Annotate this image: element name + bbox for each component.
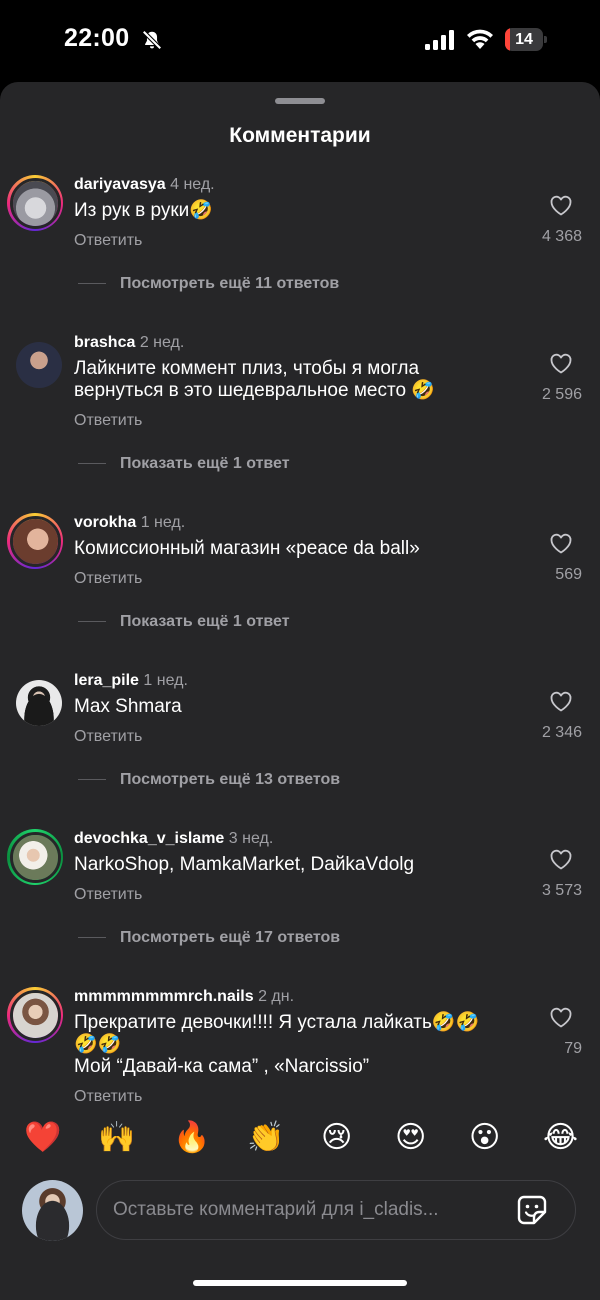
sheet-grabber[interactable] xyxy=(275,98,325,104)
sticker-icon[interactable] xyxy=(515,1193,549,1227)
sheet-title: Комментарии xyxy=(229,124,371,147)
comment-item: lera_pile 1 нед. Max Shmara Ответить 2 3… xyxy=(0,668,600,826)
bell-slash-icon xyxy=(142,30,162,50)
reply-button[interactable]: Ответить xyxy=(74,570,142,588)
reply-button[interactable]: Ответить xyxy=(74,412,142,430)
like-count: 3 573 xyxy=(541,882,582,899)
reply-button[interactable]: Ответить xyxy=(74,232,142,250)
comment-time: 2 нед. xyxy=(139,334,185,351)
view-more-replies[interactable]: Посмотреть ещё 11 ответов xyxy=(78,275,339,293)
comment-time: 2 дн. xyxy=(258,988,295,1005)
like-count: 79 xyxy=(564,1040,582,1057)
heart-icon[interactable] xyxy=(549,848,573,870)
comment-text: Лайкните коммент плиз, чтобы я могла вер… xyxy=(74,358,435,401)
comment-username[interactable]: lera_pile xyxy=(74,672,139,689)
heart-icon[interactable] xyxy=(549,532,573,554)
comment-time: 3 нед. xyxy=(228,830,274,847)
avatar[interactable] xyxy=(7,829,63,885)
battery-icon: 14 xyxy=(505,28,547,51)
like-count: 4 368 xyxy=(541,228,582,245)
avatar[interactable] xyxy=(7,513,63,569)
view-more-replies[interactable]: Показать ещё 1 ответ xyxy=(78,455,290,473)
status-time: 22:00 xyxy=(64,24,130,52)
comment-item: devochka_v_islame 3 нед. NarkoShop, Mamk… xyxy=(0,826,600,984)
comment-item: vorokha 1 нед. Комиссионный магазин «pea… xyxy=(0,510,600,668)
like-count: 2 596 xyxy=(541,386,582,403)
emoji-reaction-bar: ❤️ 🙌 🔥 👏 😢 😍 😮 😂 xyxy=(0,1118,600,1158)
heart-icon[interactable] xyxy=(549,690,573,712)
comment-text: Прекратите девочки!!!! Я устала лайкать🤣… xyxy=(74,1012,480,1077)
surprised-emoji-button[interactable]: 😮 xyxy=(469,1118,500,1158)
comment-text: Max Shmara xyxy=(74,696,182,717)
avatar[interactable] xyxy=(7,175,63,231)
comment-item: dariyavasya 4 нед. Из рук в руки🤣 Ответи… xyxy=(0,172,600,330)
heart-icon[interactable] xyxy=(549,194,573,216)
comment-username[interactable]: vorokha xyxy=(74,514,136,531)
view-more-replies[interactable]: Посмотреть ещё 13 ответов xyxy=(78,771,340,789)
heart-icon[interactable] xyxy=(549,352,573,374)
comment-time: 4 нед. xyxy=(170,176,215,193)
comment-item: brashca 2 нед. Лайкните коммент плиз, чт… xyxy=(0,330,600,510)
comment-username[interactable]: brashca xyxy=(74,334,135,351)
comment-item: mmmmmmmmrch.nails 2 дн. Прекратите девоч… xyxy=(0,984,600,1102)
battery-level: 14 xyxy=(515,31,533,48)
fire-emoji-button[interactable]: 🔥 xyxy=(173,1118,210,1158)
wifi-icon xyxy=(467,29,493,49)
heart-icon[interactable] xyxy=(549,1006,573,1028)
comment-username[interactable]: dariyavasya xyxy=(74,176,166,193)
reply-button[interactable]: Ответить xyxy=(74,886,142,904)
comment-username[interactable]: devochka_v_islame xyxy=(74,830,224,847)
comment-time: 1 нед. xyxy=(143,672,188,689)
like-count: 2 346 xyxy=(541,724,582,741)
avatar[interactable] xyxy=(7,987,63,1043)
laughing-emoji-button[interactable]: 😂 xyxy=(543,1118,578,1158)
comment-composer xyxy=(0,1180,600,1244)
reply-button[interactable]: Ответить xyxy=(74,728,142,746)
crying-emoji-button[interactable]: 😢 xyxy=(321,1118,352,1158)
comment-input[interactable] xyxy=(113,1181,503,1239)
comment-text: NarkoShop, MamkaMarket, DaйkaVdolg xyxy=(74,854,415,875)
comment-username[interactable]: mmmmmmmmrch.nails xyxy=(74,988,254,1005)
like-count: 569 xyxy=(555,566,582,583)
status-bar: 22:00 14 xyxy=(0,0,600,82)
comment-text: Из рук в руки🤣 xyxy=(74,200,213,221)
clapping-emoji-button[interactable]: 👏 xyxy=(247,1118,284,1158)
cellular-signal-icon xyxy=(425,30,454,50)
comment-input-container xyxy=(96,1180,576,1240)
view-more-replies[interactable]: Посмотреть ещё 17 ответов xyxy=(78,929,340,947)
comments-sheet: Комментарии dariyavasya 4 нед. Из рук в … xyxy=(0,82,600,1300)
comment-text: Комиссионный магазин «peace da ball» xyxy=(74,538,420,559)
current-user-avatar xyxy=(22,1180,83,1241)
avatar[interactable] xyxy=(16,342,62,388)
heart-eyes-emoji-button[interactable]: 😍 xyxy=(395,1118,426,1158)
reply-button[interactable]: Ответить xyxy=(74,1088,142,1102)
home-indicator[interactable] xyxy=(193,1280,407,1286)
avatar[interactable] xyxy=(16,680,62,726)
comment-time: 1 нед. xyxy=(140,514,186,531)
heart-emoji-button[interactable]: ❤️ xyxy=(24,1118,61,1158)
comments-list[interactable]: dariyavasya 4 нед. Из рук в руки🤣 Ответи… xyxy=(0,172,600,1102)
view-more-replies[interactable]: Показать ещё 1 ответ xyxy=(78,613,290,631)
raised-hands-emoji-button[interactable]: 🙌 xyxy=(98,1118,135,1158)
